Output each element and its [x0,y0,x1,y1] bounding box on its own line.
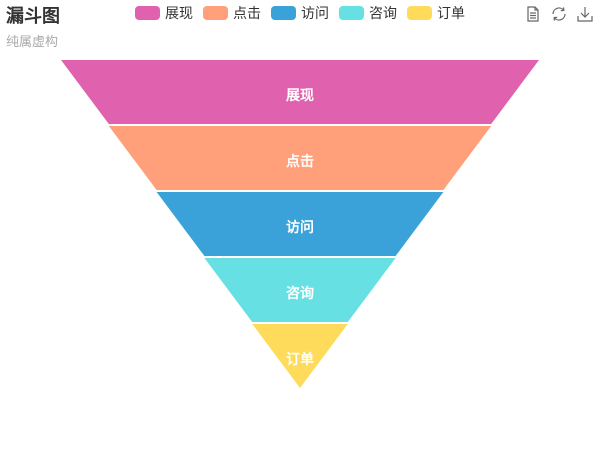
funnel-label-2: 访问 [286,219,314,236]
funnel-label-1: 点击 [286,153,314,170]
funnel-chart: 展现点击访问咨询订单 [61,60,539,388]
funnel-label-3: 咨询 [286,285,314,302]
funnel-label-4: 订单 [286,351,314,368]
funnel-label-0: 展现 [286,88,314,104]
